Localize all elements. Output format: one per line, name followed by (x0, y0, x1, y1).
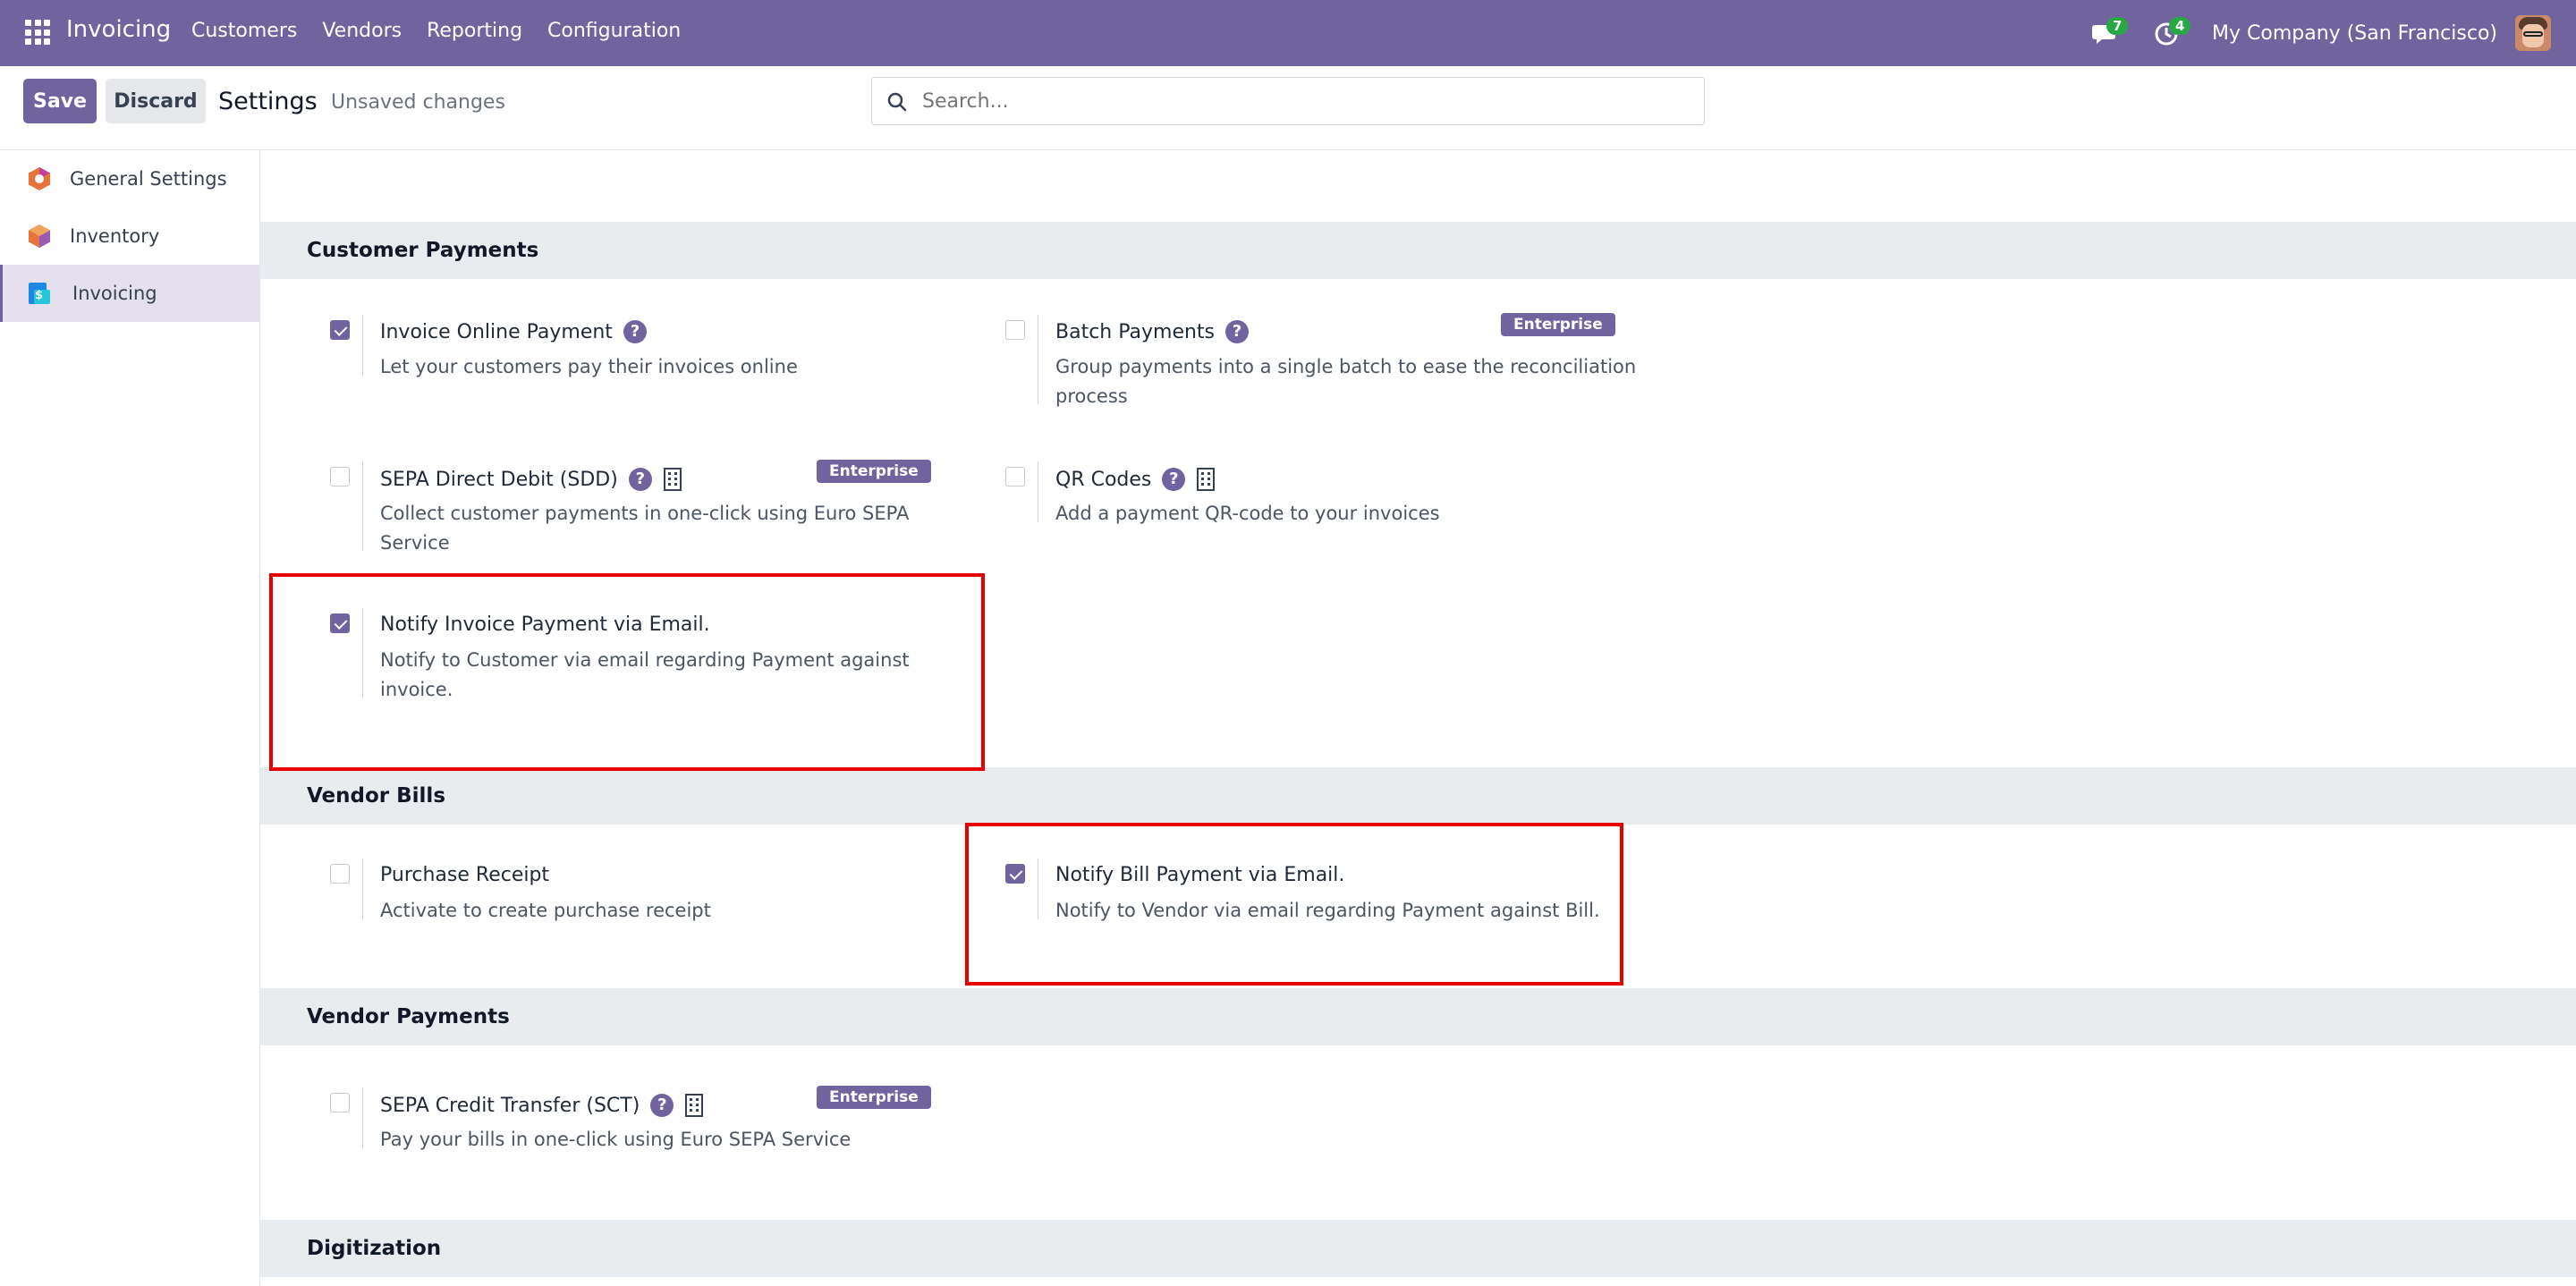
checkbox[interactable] (1005, 467, 1025, 486)
svg-text:$: $ (35, 289, 43, 302)
breadcrumb: Settings (218, 88, 318, 115)
setting-description: Pay your bills in one-click using Euro S… (380, 1129, 852, 1150)
help-icon[interactable]: ? (650, 1094, 674, 1117)
highlight-box-invoice-notify (269, 573, 985, 771)
menu-vendors[interactable]: Vendors (322, 20, 402, 42)
setting-title: Purchase Receipt (380, 864, 550, 886)
setting-description: Group payments into a single batch to ea… (1055, 356, 1637, 407)
messages-count-badge: 7 (2106, 17, 2129, 35)
sidebar-item-label: Invoicing (72, 283, 157, 304)
discard-button[interactable]: Discard (106, 79, 206, 123)
checkbox[interactable] (330, 1093, 350, 1113)
search-box[interactable] (871, 77, 1705, 125)
top-navbar: Invoicing Customers Vendors Reporting Co… (0, 0, 2576, 66)
invoicing-icon: $ (29, 283, 50, 304)
setting-description: Add a payment QR-code to your invoices (1055, 503, 1440, 524)
enterprise-badge: Enterprise (817, 460, 931, 483)
activities-count-badge: 4 (2169, 17, 2191, 35)
control-panel: Save Discard Settings Unsaved changes (0, 66, 2576, 150)
help-icon[interactable]: ? (628, 468, 652, 491)
building-icon (663, 468, 682, 491)
section-customer-payments: Customer Payments (260, 222, 2576, 279)
checkbox[interactable] (1005, 320, 1025, 340)
menu-configuration[interactable]: Configuration (547, 20, 681, 42)
highlight-box-bill-notify (965, 823, 1623, 986)
inventory-icon (29, 224, 50, 248)
section-vendor-payments: Vendor Payments (260, 988, 2576, 1045)
checkbox[interactable] (330, 467, 350, 486)
messages-button[interactable]: 7 (2087, 15, 2129, 51)
sidebar-item-label: General Settings (70, 168, 227, 190)
sidebar-item-inventory[interactable]: Inventory (0, 207, 259, 265)
activities-button[interactable]: 4 (2149, 15, 2191, 51)
app-name[interactable]: Invoicing (66, 16, 171, 43)
checkbox[interactable] (330, 320, 350, 340)
setting-title: SEPA Direct Debit (SDD) ? (380, 467, 682, 492)
main-menu: Customers Vendors Reporting Configuratio… (191, 20, 706, 42)
section-title: Vendor Bills (307, 784, 446, 808)
building-icon (685, 1094, 704, 1117)
setting-title: Batch Payments ? (1055, 320, 1250, 343)
save-button[interactable]: Save (23, 79, 97, 123)
setting-description: Activate to create purchase receipt (380, 900, 711, 921)
sidebar-item-invoicing[interactable]: $ Invoicing (0, 265, 259, 322)
section-title: Customer Payments (307, 239, 539, 262)
menu-reporting[interactable]: Reporting (427, 20, 522, 42)
user-avatar[interactable] (2515, 15, 2551, 51)
setting-title: QR Codes ? (1055, 467, 1216, 492)
help-icon[interactable]: ? (623, 320, 647, 343)
sidebar-item-general-settings[interactable]: General Settings (0, 150, 259, 207)
search-icon (887, 92, 907, 112)
setting-description: Let your customers pay their invoices on… (380, 356, 798, 377)
app-grid-icon[interactable] (25, 20, 50, 45)
section-digitization: Digitization (260, 1220, 2576, 1277)
section-title: Digitization (307, 1237, 442, 1260)
navbar-right: 7 4 My Company (San Francisco) (2087, 0, 2576, 66)
help-icon[interactable]: ? (1225, 320, 1250, 343)
sidebar-item-label: Inventory (70, 225, 160, 247)
setting-title: Invoice Online Payment ? (380, 320, 647, 343)
setting-description: Collect customer payments in one-click u… (380, 503, 910, 554)
general-settings-icon (29, 167, 50, 190)
checkbox[interactable] (330, 864, 350, 884)
unsaved-changes-status: Unsaved changes (331, 91, 505, 114)
settings-sidebar: General Settings Inventory $ Invoicing (0, 150, 260, 1286)
search-input[interactable] (922, 87, 1682, 115)
enterprise-badge: Enterprise (817, 1086, 931, 1109)
company-switcher[interactable]: My Company (San Francisco) (2212, 22, 2497, 45)
enterprise-badge: Enterprise (1501, 313, 1615, 336)
building-icon (1197, 468, 1216, 491)
section-vendor-bills: Vendor Bills (260, 767, 2576, 825)
setting-title: SEPA Credit Transfer (SCT) ? (380, 1093, 704, 1118)
menu-customers[interactable]: Customers (191, 20, 297, 42)
section-title: Vendor Payments (307, 1005, 510, 1028)
help-icon[interactable]: ? (1162, 468, 1186, 491)
